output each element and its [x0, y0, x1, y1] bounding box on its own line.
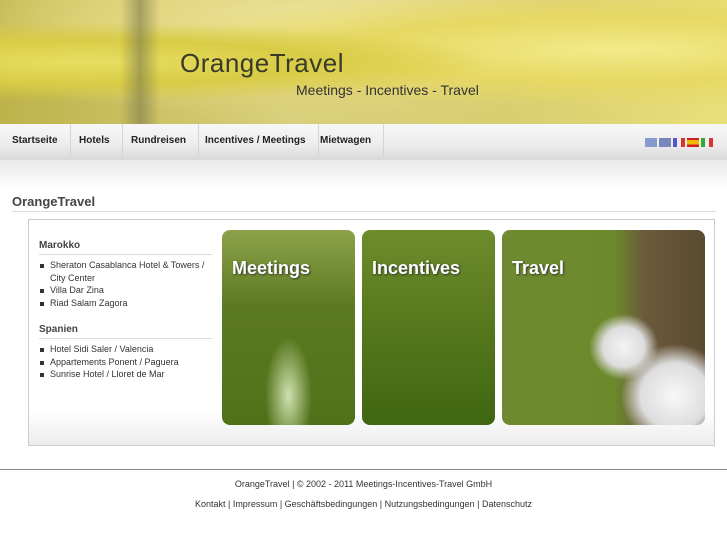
nav-shadow [0, 160, 727, 190]
it-flag-icon[interactable] [701, 138, 713, 147]
nav-hotels[interactable]: Hotels [67, 124, 123, 157]
tile-label: Incentives [372, 258, 461, 278]
tile-incentives[interactable]: Incentives [362, 230, 495, 425]
separator: | [225, 499, 233, 509]
us-flag-icon[interactable] [645, 138, 657, 147]
hotel-link[interactable]: Villa Dar Zina [39, 284, 212, 297]
fr-flag-icon[interactable] [673, 138, 685, 147]
separator: | [277, 499, 285, 509]
nav-mietwagen[interactable]: Mietwagen [308, 124, 385, 157]
main-nav: Startseite Hotels Rundreisen Incentives … [0, 124, 727, 160]
tile-travel[interactable]: Travel [502, 230, 705, 425]
link-nutzungsbedingungen[interactable]: Nutzungsbedingungen [385, 499, 475, 509]
hotel-link[interactable]: Appartements Ponent / Paguera [39, 356, 212, 369]
footer-links: Kontakt | Impressum | Geschäftsbedingung… [0, 499, 727, 509]
hotel-link[interactable]: Sheraton Casablanca Hotel & Towers / Cit… [39, 259, 212, 284]
es-flag-icon[interactable] [687, 138, 699, 147]
tile-meetings[interactable]: Meetings [222, 230, 355, 425]
page-title: OrangeTravel [12, 194, 96, 209]
link-datenschutz[interactable]: Datenschutz [482, 499, 532, 509]
link-kontakt[interactable]: Kontakt [195, 499, 226, 509]
content-box: Marokko Sheraton Casablanca Hotel & Towe… [28, 219, 715, 446]
section-title: Spanien [39, 324, 212, 339]
divider [12, 211, 716, 212]
section-marokko: Marokko Sheraton Casablanca Hotel & Towe… [39, 240, 212, 309]
tile-label: Meetings [232, 258, 311, 278]
tile-label: Travel [512, 258, 565, 278]
logo[interactable]: OrangeTravel [180, 48, 344, 79]
footer-divider [0, 469, 727, 470]
language-selector [645, 138, 713, 147]
copyright: OrangeTravel | © 2002 - 2011 Meetings-In… [234, 479, 493, 489]
uk-flag-icon[interactable] [659, 138, 671, 147]
nav-startseite[interactable]: Startseite [0, 124, 71, 157]
banner-image [120, 0, 160, 124]
separator: | [377, 499, 385, 509]
section-spanien: Spanien Hotel Sidi Saler / Valencia Appa… [39, 324, 212, 381]
link-impressum[interactable]: Impressum [233, 499, 278, 509]
hotel-link[interactable]: Riad Salam Zagora [39, 297, 212, 310]
nav-rundreisen[interactable]: Rundreisen [119, 124, 200, 157]
tagline: Meetings - Incentives - Travel [296, 82, 479, 98]
hotel-link[interactable]: Sunrise Hotel / Lloret de Mar [39, 368, 212, 381]
separator: | [474, 499, 483, 509]
header-banner: OrangeTravel Meetings - Incentives - Tra… [0, 0, 727, 124]
link-agb[interactable]: Geschäftsbedingungen [285, 499, 378, 509]
hotel-link[interactable]: Hotel Sidi Saler / Valencia [39, 343, 212, 356]
section-title: Marokko [39, 240, 212, 255]
nav-incentives-meetings[interactable]: Incentives / Meetings [193, 124, 319, 157]
